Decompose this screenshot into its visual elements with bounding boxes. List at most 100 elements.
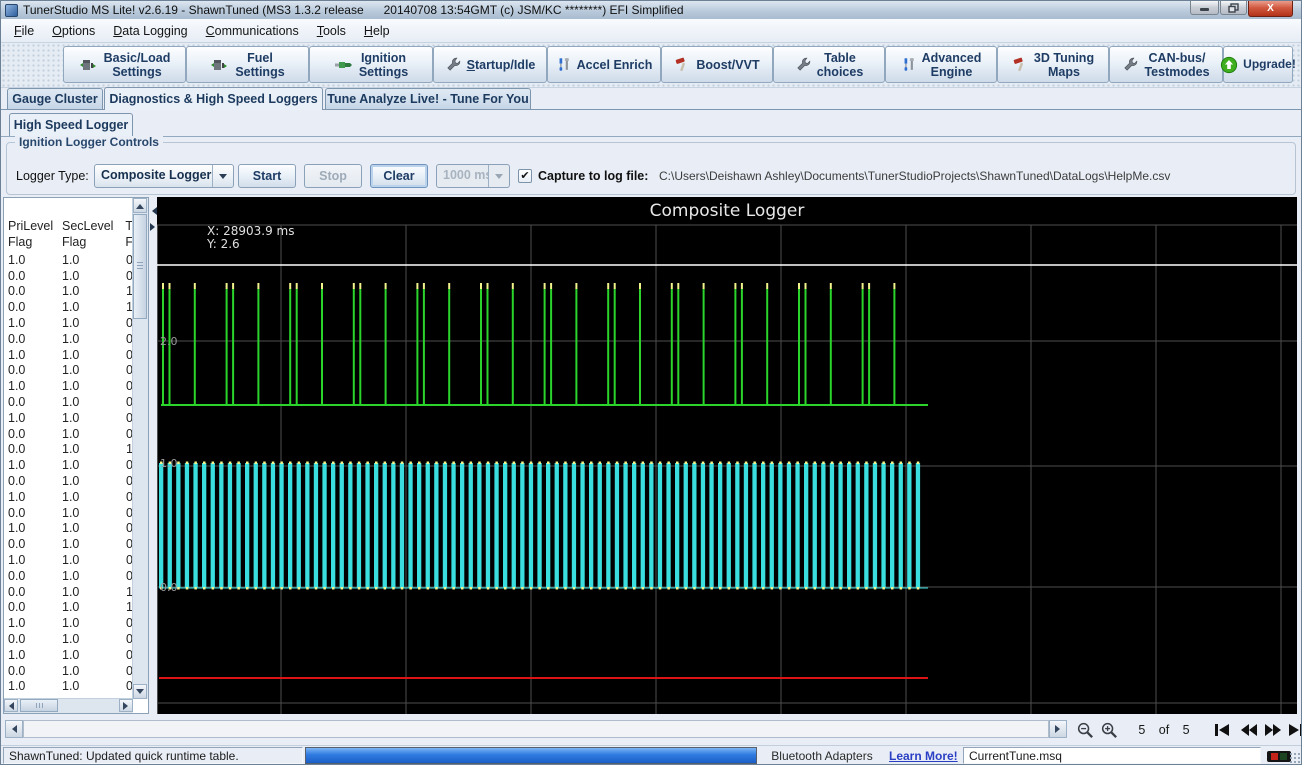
table-row[interactable]: 0.01.00	[4, 505, 133, 521]
toolbar-button-startup-idle[interactable]: Startup/Idle	[433, 46, 547, 83]
chart-navigation-bar: 5 of 5	[1, 717, 1302, 743]
table-cell: 0.0	[4, 537, 62, 551]
toolbar-button-accel-enrich[interactable]: Accel Enrich	[547, 46, 661, 83]
table-row[interactable]: 0.01.00	[4, 473, 133, 489]
first-page-button[interactable]	[1213, 721, 1233, 739]
chart-scroll-right-button[interactable]	[1049, 720, 1067, 738]
toolbar-button-fuel-settings[interactable]: Fuel Settings	[186, 46, 309, 83]
tab-gauge-cluster[interactable]: Gauge Cluster	[7, 88, 103, 109]
zoom-in-button[interactable]	[1099, 721, 1119, 739]
table-cell: 1.0	[4, 648, 62, 662]
toolbar-button-table-choices[interactable]: Table choices	[773, 46, 885, 83]
table-row[interactable]: 0.01.00	[4, 268, 133, 284]
table-cell: 0	[116, 427, 133, 441]
table-row[interactable]: 1.01.00	[4, 378, 133, 394]
tab-diagnostics-high-speed-loggers[interactable]: Diagnostics & High Speed Loggers	[104, 87, 323, 110]
table-row[interactable]: 0.01.00	[4, 394, 133, 410]
table-row[interactable]: 1.01.00	[4, 315, 133, 331]
scroll-down-button[interactable]	[133, 684, 147, 699]
scroll-left-button[interactable]	[4, 699, 18, 712]
table-row[interactable]: 1.01.00	[4, 615, 133, 631]
chart-scrollbar-track[interactable]	[23, 720, 1049, 738]
table-row[interactable]: 0.01.01	[4, 442, 133, 458]
table-row[interactable]: 1.01.00	[4, 347, 133, 363]
horizontal-scroll-thumb[interactable]	[20, 699, 58, 712]
toolbar-button-upgrade[interactable]: Upgrade!	[1223, 46, 1293, 83]
table-row[interactable]: 0.01.00	[4, 568, 133, 584]
splitpane-divider[interactable]	[149, 197, 157, 714]
resize-grip[interactable]	[1289, 752, 1301, 764]
table-row[interactable]: 0.01.00	[4, 631, 133, 647]
table-horizontal-scrollbar[interactable]	[4, 698, 133, 713]
table-row[interactable]: 1.01.00	[4, 252, 133, 268]
capture-to-log-checkbox[interactable]: ✔	[518, 169, 532, 183]
menu-data-logging[interactable]: Data Logging	[104, 21, 196, 41]
zoom-out-button[interactable]	[1075, 721, 1095, 739]
table-vertical-scrollbar[interactable]	[132, 198, 148, 699]
tab-tune-analyze-live[interactable]: Tune Analyze Live! - Tune For You	[325, 88, 531, 109]
table-row[interactable]: 1.01.00	[4, 489, 133, 505]
table-cell: 0.0	[4, 300, 62, 314]
stop-button[interactable]: Stop	[304, 164, 362, 188]
next-page-button[interactable]	[1263, 721, 1283, 739]
table-row[interactable]: 1.01.00	[4, 647, 133, 663]
table-cell: 1.0	[62, 553, 116, 567]
menu-communications[interactable]: Communications	[197, 21, 308, 41]
scroll-up-button[interactable]	[133, 198, 147, 213]
table-row[interactable]: 1.01.00	[4, 521, 133, 537]
table-cell: 1.0	[4, 553, 62, 567]
arrow-down-icon	[136, 689, 144, 698]
menu-help[interactable]: Help	[355, 21, 399, 41]
last-page-button[interactable]	[1285, 721, 1302, 739]
scroll-right-button[interactable]	[119, 699, 133, 712]
menu-file[interactable]: File	[5, 21, 43, 41]
table-row[interactable]: 0.01.00	[4, 536, 133, 552]
table-row[interactable]: 1.01.00	[4, 457, 133, 473]
menu-bar: File Options Data Logging Communications…	[1, 19, 1301, 43]
table-row[interactable]: 0.01.00	[4, 426, 133, 442]
table-cell: 0	[116, 395, 133, 409]
table-row[interactable]: 0.01.01	[4, 299, 133, 315]
toolbar-button-label: Table choices	[817, 51, 864, 79]
subtab-high-speed-logger[interactable]: High Speed Logger	[9, 113, 133, 136]
collapse-left-icon[interactable]	[148, 207, 157, 215]
table-row[interactable]: 0.01.01	[4, 284, 133, 300]
menu-options[interactable]: Options	[43, 21, 104, 41]
table-row[interactable]: 1.01.00	[4, 552, 133, 568]
learn-more-link[interactable]: Learn More!	[889, 749, 958, 763]
table-cell: 0.0	[4, 395, 62, 409]
table-row[interactable]: 1.01.00	[4, 679, 133, 695]
toolbar-button-3d-tuning-maps[interactable]: 3D Tuning Maps	[997, 46, 1109, 83]
toolbar-button-can-bus-testmodes[interactable]: CAN-bus/ Testmodes	[1109, 46, 1223, 83]
table-row[interactable]: 0.01.01	[4, 600, 133, 616]
minimize-button[interactable]	[1190, 1, 1219, 15]
vertical-scroll-thumb[interactable]	[133, 214, 147, 319]
clear-button[interactable]: Clear	[370, 164, 428, 188]
composite-logger-chart[interactable]: 2.01.00.0Composite LoggerX: 28903.9 msY:…	[157, 197, 1297, 714]
restore-button[interactable]	[1220, 1, 1247, 15]
toolbar-button-advanced-engine[interactable]: Advanced Engine	[885, 46, 997, 83]
previous-page-button[interactable]	[1239, 721, 1259, 739]
interval-select[interactable]: 1000 ms	[436, 164, 510, 188]
logger-data-table: PriLevel SecLevel T Flag Flag F 1.01.000…	[4, 198, 133, 699]
menu-tools[interactable]: Tools	[308, 21, 355, 41]
toolbar-button-basic-load-settings[interactable]: Basic/Load Settings	[63, 46, 186, 83]
start-button[interactable]: Start	[238, 164, 296, 188]
table-row[interactable]: 0.01.01	[4, 584, 133, 600]
table-row[interactable]: 0.01.00	[4, 363, 133, 379]
table-cell: 0	[116, 679, 133, 693]
table-row[interactable]: 0.01.00	[4, 663, 133, 679]
logger-data-table-panel: PriLevel SecLevel T Flag Flag F 1.01.000…	[3, 197, 149, 714]
table-row[interactable]: 0.01.00	[4, 331, 133, 347]
column-header: SecLevel	[62, 219, 116, 233]
logger-type-select[interactable]: Composite Logger	[94, 164, 234, 188]
close-button[interactable]: X	[1248, 1, 1293, 17]
chart-scroll-left-button[interactable]	[5, 720, 23, 738]
toolbar-button-ignition-settings[interactable]: Ignition Settings	[309, 46, 433, 83]
toolbar-button-boost-vvt[interactable]: Boost/VVT	[661, 46, 773, 83]
table-cell: 1.0	[62, 664, 116, 678]
wrench-icon	[795, 56, 812, 73]
table-cell: 1.0	[62, 348, 116, 362]
log-file-path: C:\Users\Deishawn Ashley\Documents\Tuner…	[659, 164, 1170, 188]
table-row[interactable]: 1.01.00	[4, 410, 133, 426]
